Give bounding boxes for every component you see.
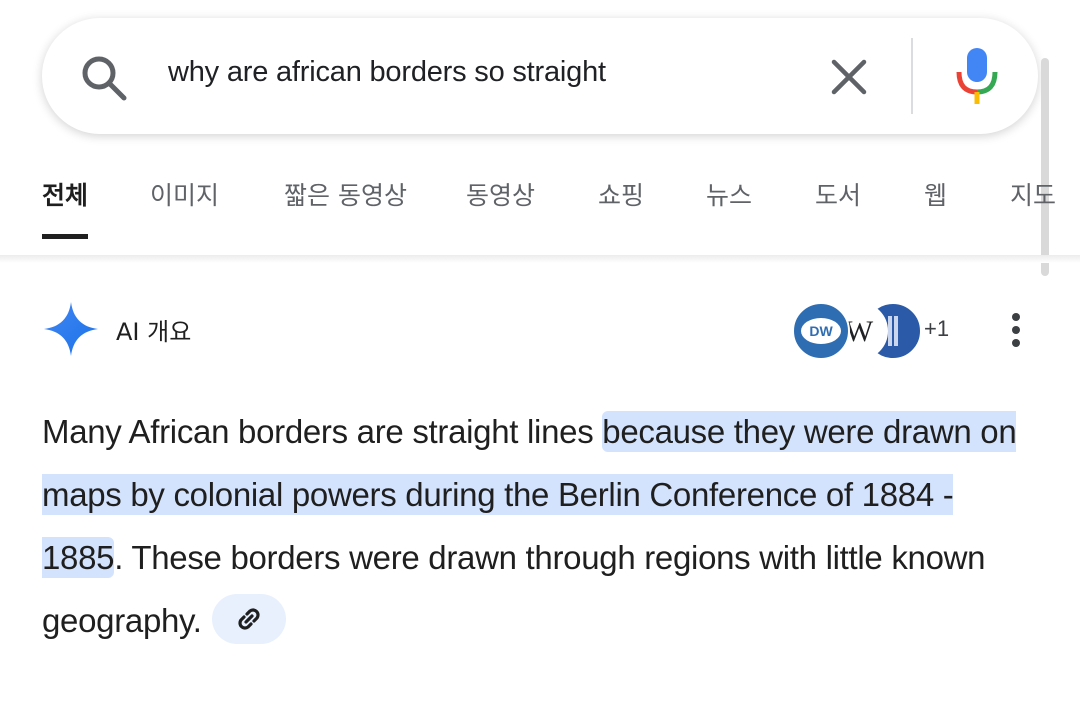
search-input[interactable]: why are african borders so straight — [168, 56, 606, 89]
svg-text:DW: DW — [809, 323, 833, 339]
link-icon — [238, 608, 260, 630]
search-divider — [911, 38, 913, 114]
tab-all[interactable]: 전체 — [42, 176, 88, 212]
mic-icon[interactable] — [950, 44, 1004, 108]
tab-maps[interactable]: 지도 — [1010, 176, 1056, 212]
close-icon[interactable] — [826, 54, 872, 100]
dw-logo: DW — [792, 302, 850, 360]
ai-overview-label: AI 개요 — [116, 318, 192, 346]
tab-shopping[interactable]: 쇼핑 — [598, 176, 644, 212]
tab-news[interactable]: 뉴스 — [706, 176, 752, 212]
source-link-chip[interactable] — [211, 594, 286, 645]
search-tabs: 전체 이미지 짧은 동영상 동영상 쇼핑 뉴스 도서 웹 지도 — [0, 168, 1080, 258]
tab-images[interactable]: 이미지 — [150, 176, 219, 212]
tabs-separator — [0, 255, 1080, 263]
tab-books[interactable]: 도서 — [815, 176, 861, 212]
tab-short-videos[interactable]: 짧은 동영상 — [284, 176, 407, 212]
search-icon[interactable] — [78, 52, 130, 104]
ai-overview-answer: Many African borders are straight lines … — [42, 400, 1042, 652]
answer-text-continued: . These borders were drawn through regio… — [42, 539, 986, 639]
source-avatars[interactable]: DW W — [792, 302, 922, 360]
active-tab-indicator — [42, 234, 88, 239]
tab-videos[interactable]: 동영상 — [466, 176, 535, 212]
sparkle-icon — [44, 302, 98, 356]
more-vert-icon[interactable] — [1006, 310, 1026, 350]
tab-web[interactable]: 웹 — [924, 176, 947, 212]
answer-text: Many African borders are straight lines — [42, 413, 603, 450]
more-sources-count[interactable]: +1 — [924, 316, 949, 342]
